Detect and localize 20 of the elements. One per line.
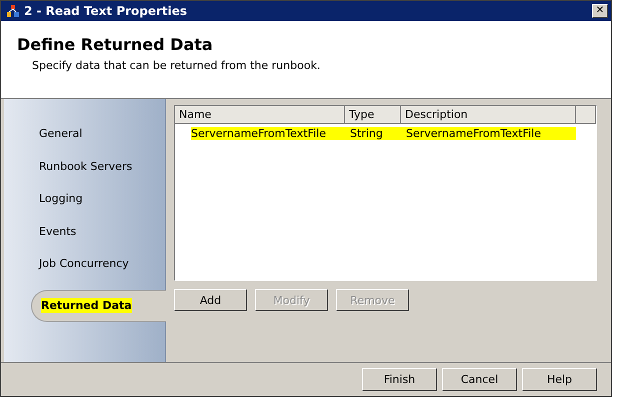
dialog-button[interactable]: Help	[522, 368, 597, 391]
sidebar-item[interactable]: Events	[4, 220, 165, 253]
sidebar-item[interactable]: Job Concurrency	[4, 253, 165, 286]
table-cell: String	[345, 127, 401, 140]
page-title: Define Returned Data	[17, 35, 214, 54]
sidebar-item[interactable]: Returned Data	[31, 290, 166, 322]
sidebar-item[interactable]: Logging	[4, 188, 165, 220]
column-header[interactable]: Description	[401, 106, 576, 123]
close-button[interactable]: ✕	[592, 4, 608, 18]
sidebar-item[interactable]: General	[4, 123, 165, 156]
table-action-button[interactable]: Add	[174, 289, 247, 311]
sidebar-item[interactable]: Runbook Servers	[4, 156, 165, 188]
page-subtitle: Specify data that can be returned from the runbook.	[31, 59, 322, 72]
table-cell: ServernameFromTextFile	[401, 127, 576, 140]
column-header[interactable]: Type	[345, 106, 401, 123]
column-header[interactable]: Name	[175, 106, 345, 123]
window-title: 2 - Read Text Properties	[24, 4, 188, 18]
dialog-button[interactable]: Finish	[362, 368, 437, 391]
dialog-button[interactable]: Cancel	[442, 368, 517, 391]
table-row[interactable]: ServernameFromTextFile String ServernameFromTextFile	[175, 125, 596, 142]
